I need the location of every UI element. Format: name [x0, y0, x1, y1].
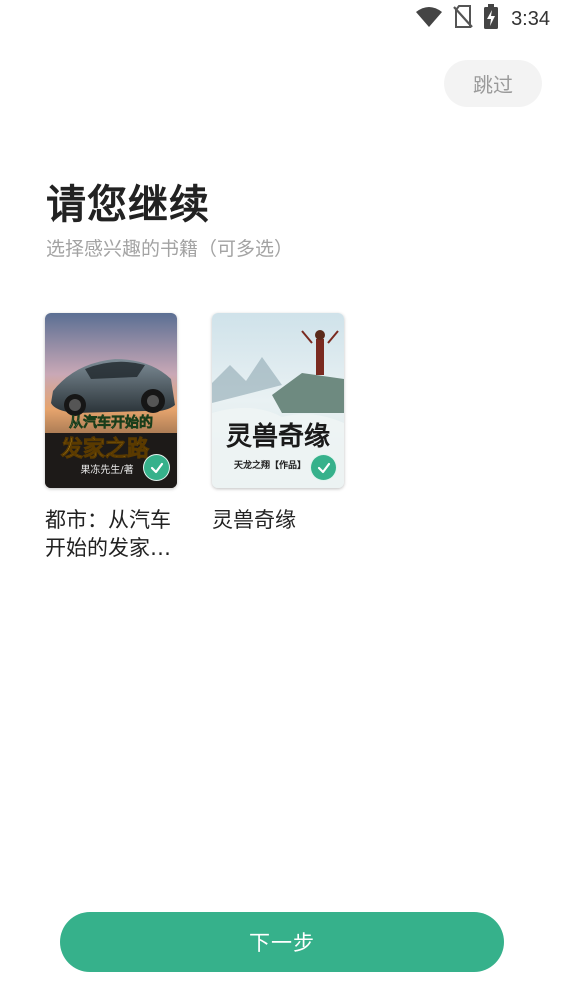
skip-button[interactable]: 跳过: [444, 60, 542, 107]
book-cover: 灵兽奇缘 天龙之翔【作品】: [212, 313, 344, 488]
book-title: 都市：从汽车开始的发家之路: [45, 508, 171, 560]
cover-author: 天龙之翔【作品】: [234, 459, 306, 471]
no-sim-icon: [453, 5, 473, 33]
battery-charging-icon: [483, 4, 499, 34]
next-step-button[interactable]: 下一步: [60, 912, 504, 972]
check-icon: [317, 462, 330, 473]
status-time: 3:34: [511, 7, 550, 30]
status-icons: 3:34: [415, 4, 550, 34]
book-card[interactable]: 灵兽奇缘 天龙之翔【作品】 灵兽奇缘: [212, 313, 345, 534]
page-title: 请您继续: [46, 182, 210, 228]
wifi-icon: [415, 6, 443, 32]
cover-author: 果冻先生/著: [80, 463, 133, 476]
cover-title: 灵兽奇缘: [226, 421, 330, 452]
cover-title-line1: 从汽车开始的: [69, 414, 153, 431]
check-icon: [150, 462, 163, 473]
book-card[interactable]: 从汽车开始的 发家之路 果冻先生/著 都市：从汽车开始的发家之路: [45, 313, 178, 562]
cover-title-line2: 发家之路: [60, 436, 150, 462]
book-preference-screen: 3:34 跳过 请您继续 选择感兴趣的书籍（可多选） 从汽车开始的 发家之路 果…: [0, 0, 564, 1002]
selected-check-badge: [143, 454, 170, 481]
selected-check-badge: [310, 454, 337, 481]
book-title: 灵兽奇缘: [212, 508, 296, 532]
page-subtitle: 选择感兴趣的书籍（可多选）: [46, 238, 294, 260]
status-bar: 3:34: [0, 0, 564, 40]
book-cover: 从汽车开始的 发家之路 果冻先生/著: [45, 313, 177, 488]
